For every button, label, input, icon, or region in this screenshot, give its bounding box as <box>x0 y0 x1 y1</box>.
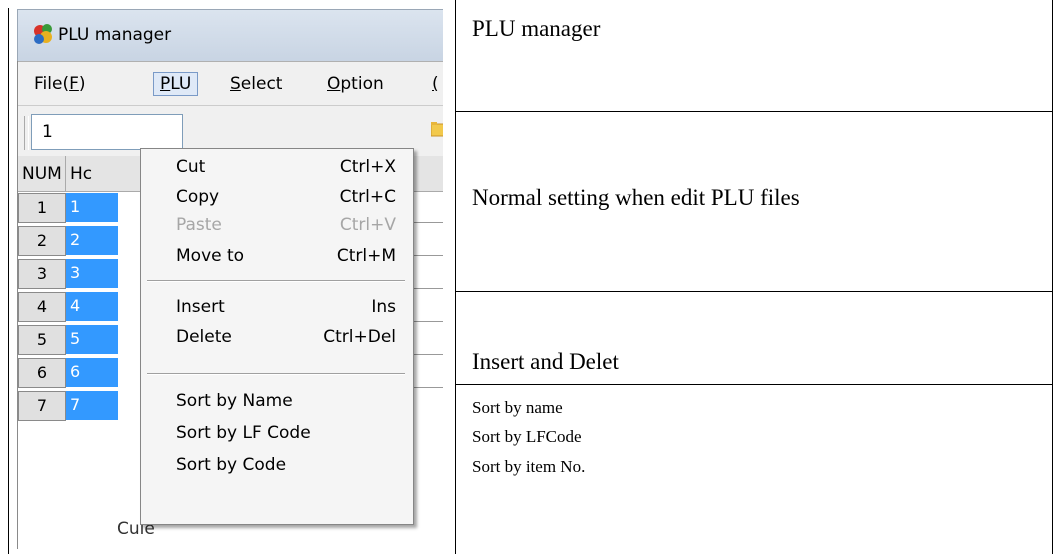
menu-file[interactable]: File(F) <box>28 74 92 94</box>
menu-separator <box>147 280 405 282</box>
row-cell[interactable]: 1 <box>66 193 118 223</box>
menu-item-delete[interactable]: Delete Ctrl+Del <box>141 323 413 353</box>
row-cell[interactable]: 5 <box>66 325 118 355</box>
table-border-middle <box>455 0 456 554</box>
menu-select[interactable]: Select <box>224 74 288 94</box>
row-number[interactable]: 1 <box>18 193 66 223</box>
row-number[interactable]: 7 <box>18 391 66 421</box>
menu-item-insert[interactable]: Insert Ins <box>141 293 413 323</box>
toolbar-grip[interactable] <box>24 116 29 150</box>
row-cell[interactable]: 3 <box>66 259 118 289</box>
row-number[interactable]: 6 <box>18 358 66 388</box>
row-number[interactable]: 2 <box>18 226 66 256</box>
plu-number-field[interactable]: 1 <box>31 114 183 150</box>
menu-more[interactable]: ( <box>426 74 443 94</box>
menu-item-sort-by-lf-code[interactable]: Sort by LF Code <box>141 419 413 449</box>
row-divider-3 <box>455 384 1053 385</box>
row-divider-2 <box>455 291 1053 292</box>
desc-sort-name: Sort by name <box>472 398 563 417</box>
row-number[interactable]: 4 <box>18 292 66 322</box>
menu-option[interactable]: Option <box>321 74 390 94</box>
desc-sort-item-no: Sort by item No. <box>472 457 586 476</box>
grid-line <box>414 354 443 355</box>
column-header-num[interactable]: NUM <box>18 156 66 192</box>
row-cell[interactable]: 4 <box>66 292 118 322</box>
plu-manager-screenshot: PLU manager File(F) PLU Select Option ( … <box>9 9 443 549</box>
menu-item-paste: Paste Ctrl+V <box>176 215 396 235</box>
grid-line <box>414 288 443 289</box>
desc-sort-lfcode: Sort by LFCode <box>472 427 582 446</box>
menu-bar: File(F) PLU Select Option ( <box>18 61 443 106</box>
grid-line <box>414 222 443 223</box>
row-cell[interactable]: 2 <box>66 226 118 256</box>
row-cell[interactable]: 6 <box>66 358 118 388</box>
row-number[interactable]: 3 <box>18 259 66 289</box>
menu-item-cut[interactable]: Cut Ctrl+X <box>141 153 413 183</box>
window-title: PLU manager <box>58 25 172 45</box>
desc-normal-setting: Normal setting when edit PLU files <box>472 185 800 210</box>
window-title-bar: PLU manager <box>17 9 443 62</box>
menu-item-copy[interactable]: Copy Ctrl+C <box>141 183 413 213</box>
menu-item-sort-by-code[interactable]: Sort by Code <box>141 451 413 481</box>
desc-insert-delete: Insert and Delet <box>472 349 619 374</box>
plu-dropdown-menu: Cut Ctrl+X Copy Ctrl+C Paste Ctrl+V Move to… <box>140 148 414 525</box>
folder-icon[interactable] <box>431 120 443 138</box>
row-number[interactable]: 5 <box>18 325 66 355</box>
app-icon <box>34 24 52 44</box>
row-divider-1 <box>455 111 1053 112</box>
row-cell[interactable]: 7 <box>66 391 118 421</box>
menu-item-sort-by-name[interactable]: Sort by Name <box>141 387 413 417</box>
grid-line <box>414 387 443 388</box>
menu-item-move-to[interactable]: Move to Ctrl+M <box>141 242 413 272</box>
menu-separator <box>147 373 405 375</box>
grid-line <box>414 321 443 322</box>
grid-line <box>414 255 443 256</box>
plu-number-value: 1 <box>42 122 53 142</box>
desc-plu-manager: PLU manager <box>472 16 601 41</box>
menu-plu[interactable]: PLU <box>153 72 199 96</box>
